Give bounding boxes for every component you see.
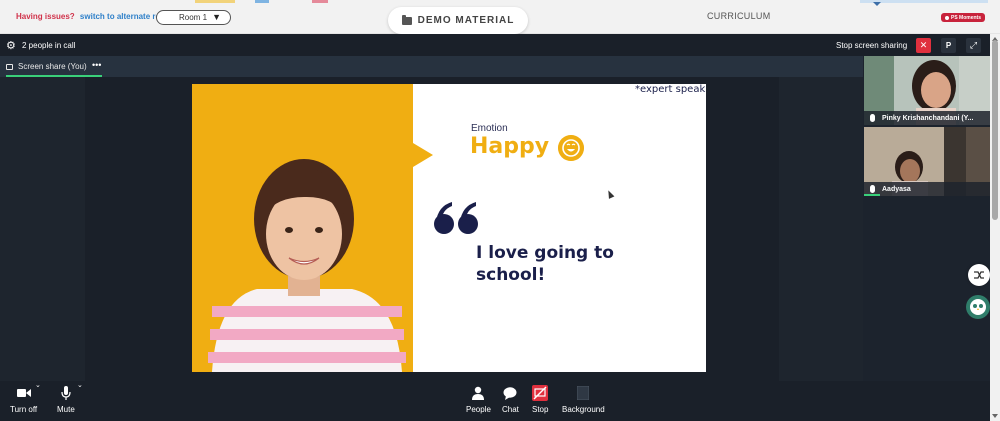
ps-moments-badge[interactable]: PS Moments	[941, 13, 986, 22]
screen-share-tab-bar: Screen share (You) •••	[0, 56, 863, 77]
decorative-stripe	[255, 0, 269, 3]
more-options-icon[interactable]: •••	[92, 60, 101, 70]
background-label: Background	[562, 405, 605, 414]
issues-notice: Having issues? switch to alternate room	[16, 12, 172, 21]
emotion-label: Emotion	[471, 123, 508, 134]
stop-share-icon	[532, 385, 549, 401]
scroll-down-arrow-icon[interactable]	[992, 414, 998, 418]
stop-sharing-button[interactable]: ✕	[916, 38, 931, 53]
demo-material-button[interactable]: DEMO MATERIAL	[388, 7, 528, 34]
call-toolbar: Turn off ⌄ Mute ⌄ People Chat Stop Backg…	[0, 381, 990, 421]
scroll-thumb[interactable]	[992, 40, 998, 220]
expert-speak-label: *expert speak	[635, 84, 706, 95]
record-dot-icon	[945, 15, 949, 20]
people-label: People	[466, 405, 491, 414]
room-select-value: Room 1	[179, 13, 208, 22]
person-icon	[472, 385, 485, 401]
shuffle-icon	[974, 271, 984, 279]
call-top-bar: ⚙ 2 people in call Stop screen sharing ✕…	[0, 34, 990, 56]
stop-screen-sharing-label: Stop screen sharing	[836, 41, 908, 50]
participant-name: Pinky Krishanchandani (Y...	[882, 114, 974, 122]
curriculum-tab[interactable]: CURRICULUM	[707, 11, 771, 21]
mute-button[interactable]: Mute	[57, 385, 75, 414]
screen-share-tab[interactable]: Screen share (You)	[6, 62, 87, 71]
screen-icon	[6, 63, 13, 70]
expand-icon: ⤢	[969, 40, 978, 50]
mic-icon	[870, 114, 875, 122]
close-icon: ✕	[919, 40, 928, 50]
emotion-value: Happy	[470, 134, 550, 159]
participant-name-bar: Pinky Krishanchandani (Y...	[864, 111, 990, 125]
room-select[interactable]: Room 1 ▼	[156, 10, 231, 25]
turn-off-camera-button[interactable]: Turn off	[10, 385, 37, 414]
participant-name-bar: Aadyasa	[864, 182, 990, 196]
assistant-button[interactable]	[966, 295, 990, 319]
app-root: Having issues? switch to alternate room …	[0, 0, 1000, 421]
issues-text: Having issues?	[16, 12, 75, 21]
chevron-down-icon[interactable]: ⌄	[77, 381, 83, 389]
turn-off-label: Turn off	[10, 405, 38, 414]
shared-slide: *expert speak Emotion Happy I love going…	[192, 84, 706, 372]
chevron-down-icon[interactable]: ⌄	[35, 381, 41, 389]
gear-icon[interactable]: ⚙	[6, 39, 16, 52]
slide-quote: I love going to school!	[476, 243, 614, 285]
mic-icon	[870, 185, 875, 193]
screen-share-label: Screen share (You)	[18, 62, 87, 71]
background-icon	[577, 385, 590, 401]
speaking-indicator	[864, 194, 880, 196]
chat-label: Chat	[502, 405, 519, 414]
stop-label: Stop	[532, 405, 549, 414]
participant-tile[interactable]: Pinky Krishanchandani (Y...	[864, 56, 990, 125]
slide-notch-arrow	[413, 143, 433, 167]
ps-moments-label: PS Moments	[951, 14, 982, 21]
mouse-cursor-icon	[605, 189, 615, 199]
people-button[interactable]: People	[466, 385, 491, 414]
collapse-panel-button[interactable]	[968, 264, 990, 286]
decorative-stripe	[195, 0, 235, 3]
mute-label: Mute	[57, 405, 75, 414]
participant-name: Aadyasa	[882, 185, 911, 193]
child-photo	[208, 159, 406, 372]
owl-icon	[970, 299, 986, 315]
participant-strip: Pinky Krishanchandani (Y... Aadyasa	[863, 56, 990, 381]
p-button[interactable]: P	[941, 38, 956, 53]
participant-tile[interactable]: Aadyasa	[864, 127, 990, 196]
video-camera-icon	[16, 385, 31, 401]
folder-icon	[401, 14, 412, 25]
top-header: Having issues? switch to alternate room …	[0, 0, 1000, 34]
decorative-stripe	[312, 0, 328, 3]
demo-material-label: DEMO MATERIAL	[417, 15, 515, 26]
people-count: 2 people in call	[22, 41, 76, 50]
happy-face-icon	[558, 135, 584, 161]
chevron-down-icon	[873, 2, 881, 6]
caret-down-icon: ▼	[212, 12, 221, 22]
chat-icon	[503, 385, 517, 401]
chat-button[interactable]: Chat	[502, 385, 519, 414]
quote-mark-icon	[434, 202, 478, 234]
page-scrollbar[interactable]	[990, 34, 1000, 421]
stop-share-button[interactable]: Stop	[532, 385, 548, 414]
background-button[interactable]: Background	[562, 385, 605, 414]
fullscreen-button[interactable]: ⤢	[966, 38, 981, 53]
microphone-icon	[61, 385, 71, 401]
